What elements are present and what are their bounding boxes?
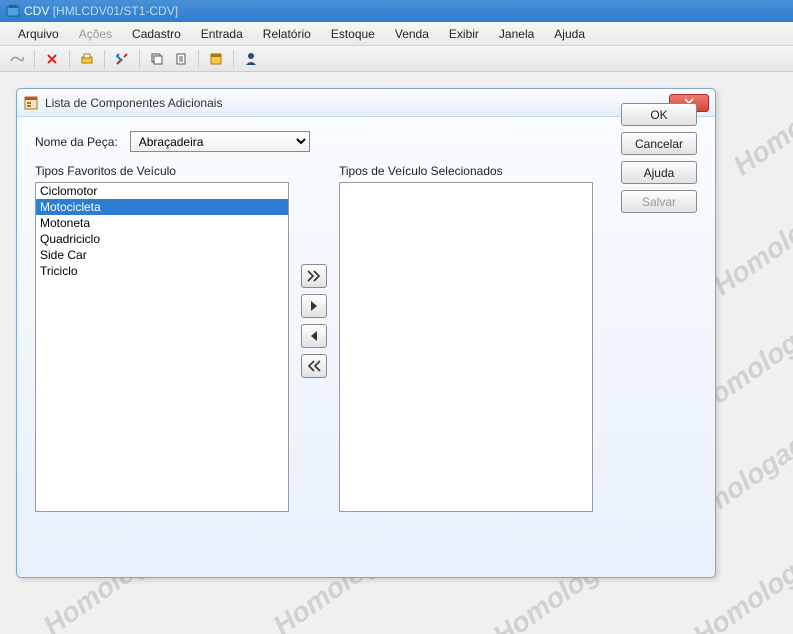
- toolbar-user-icon[interactable]: [240, 49, 262, 69]
- toolbar-separator: [104, 50, 105, 68]
- move-right-button[interactable]: [301, 294, 327, 318]
- double-arrow-left-icon: [307, 360, 321, 372]
- toolbar-separator: [233, 50, 234, 68]
- arrow-buttons-column: [301, 264, 327, 378]
- toolbar-tools-icon[interactable]: [111, 49, 133, 69]
- app-title-prefix: CDV: [24, 4, 49, 18]
- dual-list-container: Tipos Favoritos de Veículo Ciclomotor Mo…: [35, 164, 697, 512]
- save-button: Salvar: [621, 190, 697, 213]
- double-arrow-right-icon: [307, 270, 321, 282]
- toolbar: [0, 46, 793, 72]
- app-title: CDV [HMLCDV01/ST1-CDV]: [24, 4, 178, 18]
- selected-listbox[interactable]: [339, 182, 593, 512]
- move-all-left-button[interactable]: [301, 354, 327, 378]
- favorites-listbox[interactable]: Ciclomotor Motocicleta Motoneta Quadrici…: [35, 182, 289, 512]
- move-left-button[interactable]: [301, 324, 327, 348]
- toolbar-separator: [139, 50, 140, 68]
- app-titlebar: CDV [HMLCDV01/ST1-CDV]: [0, 0, 793, 22]
- menubar: Arquivo Ações Cadastro Entrada Relatório…: [0, 22, 793, 46]
- ok-button[interactable]: OK: [621, 103, 697, 126]
- toolbar-separator: [198, 50, 199, 68]
- selected-list-label: Tipos de Veículo Selecionados: [339, 164, 593, 178]
- dialog-componentes-adicionais: Lista de Componentes Adicionais Nome da …: [16, 88, 716, 578]
- menu-acoes: Ações: [69, 24, 122, 44]
- list-item[interactable]: Motocicleta: [36, 199, 288, 215]
- part-name-select[interactable]: Abraçadeira: [130, 131, 310, 152]
- menu-ajuda[interactable]: Ajuda: [544, 24, 595, 44]
- toolbar-copy-icon[interactable]: [146, 49, 168, 69]
- toolbar-separator: [69, 50, 70, 68]
- dialog-title: Lista de Componentes Adicionais: [45, 96, 669, 110]
- part-name-label: Nome da Peça:: [35, 135, 118, 149]
- menu-estoque[interactable]: Estoque: [321, 24, 385, 44]
- dialog-form-icon: [23, 95, 39, 111]
- menu-cadastro[interactable]: Cadastro: [122, 24, 191, 44]
- menu-exibir[interactable]: Exibir: [439, 24, 489, 44]
- client-area: Lista de Componentes Adicionais Nome da …: [0, 72, 793, 634]
- menu-arquivo[interactable]: Arquivo: [8, 24, 69, 44]
- favorites-column: Tipos Favoritos de Veículo Ciclomotor Mo…: [35, 164, 289, 512]
- part-name-row: Nome da Peça: Abraçadeira: [35, 131, 697, 152]
- menu-janela[interactable]: Janela: [489, 24, 544, 44]
- move-all-right-button[interactable]: [301, 264, 327, 288]
- menu-venda[interactable]: Venda: [385, 24, 439, 44]
- help-button[interactable]: Ajuda: [621, 161, 697, 184]
- menu-entrada[interactable]: Entrada: [191, 24, 253, 44]
- menu-relatorio[interactable]: Relatório: [253, 24, 321, 44]
- favorites-list-label: Tipos Favoritos de Veículo: [35, 164, 289, 178]
- list-item[interactable]: Triciclo: [36, 263, 288, 279]
- dialog-titlebar[interactable]: Lista de Componentes Adicionais: [17, 89, 715, 117]
- toolbar-window-icon[interactable]: [205, 49, 227, 69]
- list-item[interactable]: Ciclomotor: [36, 183, 288, 199]
- cancel-button[interactable]: Cancelar: [621, 132, 697, 155]
- arrow-right-icon: [308, 300, 320, 312]
- toolbar-separator: [34, 50, 35, 68]
- dialog-buttons-column: OK Cancelar Ajuda Salvar: [621, 103, 697, 213]
- toolbar-page-icon[interactable]: [170, 49, 192, 69]
- selected-column: Tipos de Veículo Selecionados: [339, 164, 593, 512]
- app-title-bracket: [HMLCDV01/ST1-CDV]: [53, 4, 178, 18]
- toolbar-delete-icon[interactable]: [41, 49, 63, 69]
- toolbar-print-icon[interactable]: [76, 49, 98, 69]
- app-icon: [6, 4, 20, 18]
- list-item[interactable]: Motoneta: [36, 215, 288, 231]
- toolbar-btn-1[interactable]: [6, 49, 28, 69]
- list-item[interactable]: Quadriciclo: [36, 231, 288, 247]
- arrow-left-icon: [308, 330, 320, 342]
- list-item[interactable]: Side Car: [36, 247, 288, 263]
- dialog-body: Nome da Peça: Abraçadeira Tipos Favorito…: [17, 117, 715, 577]
